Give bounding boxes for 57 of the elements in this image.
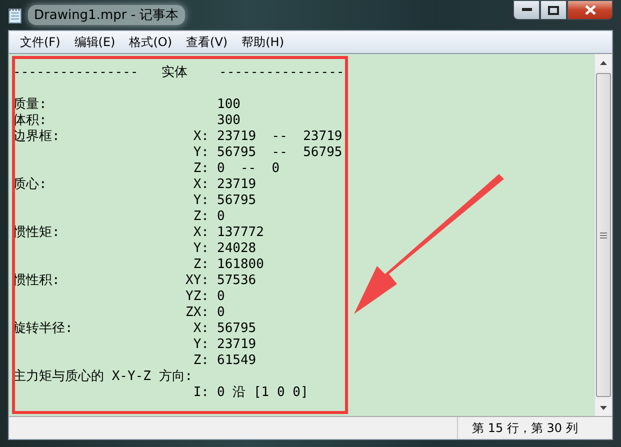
property-value: 57536: [217, 273, 256, 288]
axis-label: Z:: [193, 353, 209, 368]
grip-icon: [600, 232, 607, 238]
menu-item[interactable]: 格式(O): [122, 32, 180, 52]
maximize-icon: [548, 6, 559, 14]
close-icon: [584, 5, 596, 15]
up-arrow-icon: [600, 60, 607, 64]
property-value: 24028: [217, 241, 256, 256]
property-value: 300: [217, 113, 240, 128]
axis-label: ZX:: [186, 305, 209, 320]
maximize-button[interactable]: [540, 0, 567, 20]
property-value: 100: [217, 97, 240, 112]
property-value: 137772: [217, 225, 264, 240]
property-value: 23719: [217, 177, 256, 192]
property-value: 0 -- 0: [217, 161, 280, 176]
axis-label: I:: [193, 385, 209, 400]
axis-label: Y:: [193, 193, 209, 208]
property-value: 0: [217, 289, 225, 304]
menu-item[interactable]: 查看(V): [179, 32, 235, 52]
scroll-down-button[interactable]: [595, 399, 612, 416]
scrollbar-thumb[interactable]: [596, 73, 611, 397]
property-value: 61549: [217, 353, 256, 368]
property-label: 质心:: [13, 177, 47, 192]
property-value: 56795: [217, 321, 256, 336]
down-arrow-icon: [600, 406, 607, 410]
property-value: 0 沿 [1 0 0]: [217, 385, 308, 400]
property-value: 0: [217, 305, 225, 320]
axis-label: Z:: [193, 209, 209, 224]
axis-label: X:: [193, 225, 209, 240]
window-title: Drawing1.mpr - 记事本: [28, 5, 185, 25]
axis-label: X:: [193, 129, 209, 144]
property-label: 质量:: [13, 97, 47, 112]
menu-item[interactable]: 文件(F): [13, 32, 68, 52]
axis-label: X:: [193, 177, 209, 192]
axis-label: Z:: [193, 257, 209, 272]
minimize-icon: [522, 8, 532, 12]
cursor-position: 第 15 行，第 30 列: [472, 421, 578, 435]
text-line: ---------------- 实体 ----------------: [13, 65, 344, 81]
axis-label: Z:: [193, 161, 209, 176]
notepad-icon: [8, 6, 22, 24]
menu-item[interactable]: 编辑(E): [67, 32, 122, 52]
menu-item[interactable]: 帮助(H): [234, 32, 291, 52]
axis-label: X:: [193, 321, 209, 336]
close-button[interactable]: [567, 0, 613, 20]
scroll-up-button[interactable]: [595, 54, 612, 71]
axis-label: Y:: [193, 337, 209, 352]
property-value: 56795 -- 56795: [217, 145, 342, 160]
axis-label: Y:: [193, 241, 209, 256]
property-value: 23719 -- 23719: [217, 129, 342, 144]
minimize-button[interactable]: [513, 0, 540, 20]
axis-label: YZ:: [186, 289, 209, 304]
property-value: 0: [217, 209, 225, 224]
axis-label: XY:: [186, 273, 209, 288]
property-value: 161800: [217, 257, 264, 272]
property-value: 56795: [217, 193, 256, 208]
property-value: 23719: [217, 337, 256, 352]
axis-label: Y:: [193, 145, 209, 160]
